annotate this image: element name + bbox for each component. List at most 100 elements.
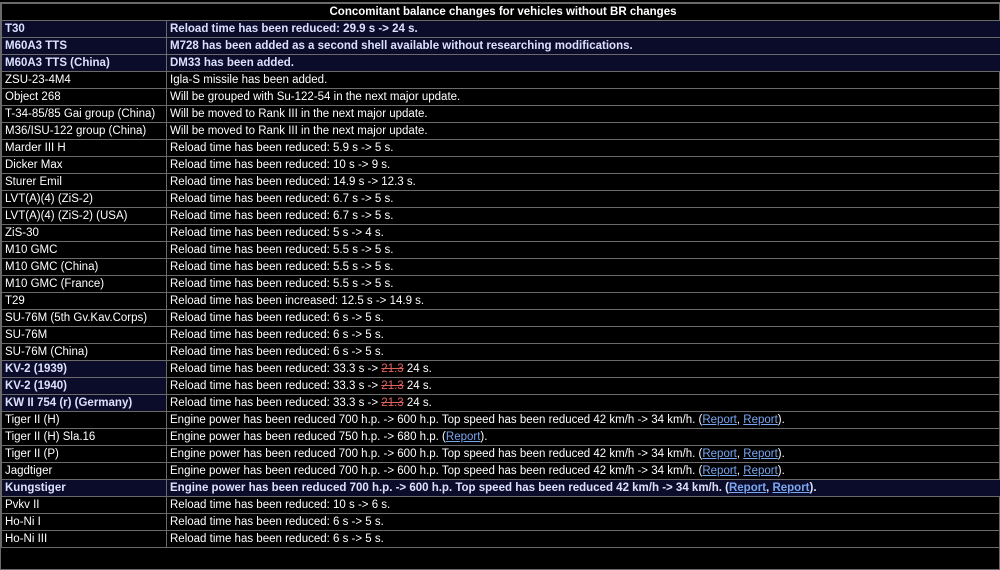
change-text: Reload time has been reduced: 6 s -> 5 s…: [170, 312, 384, 324]
table-row: ZSU-23-4M4 Igla-S missile has been added.: [1, 71, 1000, 89]
change-description: Igla-S missile has been added.: [166, 71, 1000, 89]
report-link[interactable]: Report: [729, 482, 766, 494]
vehicle-name: T-34-85/85 Gai group (China): [1, 105, 167, 123]
change-text: Reload time has been reduced: 14.9 s -> …: [170, 176, 416, 188]
table-row: M36/ISU-122 group (China) Will be moved t…: [1, 122, 1000, 140]
vehicle-name: M10 GMC (China): [1, 258, 167, 276]
vehicle-name: Pvkv II: [1, 496, 167, 514]
change-description: Reload time has been reduced: 29.9 s -> …: [166, 20, 1000, 38]
table-row: T30 Reload time has been reduced: 29.9 s …: [1, 20, 1000, 38]
change-description: Engine power has been reduced 750 h.p. -…: [166, 428, 1000, 446]
table-row: M60A3 TTS (China) DM33 has been added.: [1, 54, 1000, 72]
change-text-tail: ).: [777, 465, 785, 477]
change-text-tail: ).: [809, 482, 817, 494]
vehicle-name: Tiger II (H): [1, 411, 167, 429]
vehicle-name: KW II 754 (r) (Germany): [1, 394, 167, 412]
change-text: Will be moved to Rank III in the next ma…: [170, 125, 428, 137]
report-link[interactable]: Report: [446, 431, 481, 443]
vehicle-name: Ho-Ni I: [1, 513, 167, 531]
table-row: Marder III H Reload time has been reduced…: [1, 139, 1000, 157]
change-text: Reload time has been reduced: 6.7 s -> 5…: [170, 210, 394, 222]
change-description: Reload time has been reduced: 6 s -> 5 s…: [166, 530, 1000, 548]
table-title: Concomitant balance changes for vehicles…: [1, 3, 1000, 21]
change-description: Reload time has been reduced: 6.7 s -> 5…: [166, 190, 1000, 208]
table-row: Sturer Emil Reload time has been reduced:…: [1, 173, 1000, 191]
table-row: Jagdtiger Engine power has been reduced 7…: [1, 462, 1000, 480]
change-description: Reload time has been reduced: 10 s -> 6 …: [166, 496, 1000, 514]
vehicle-name: M60A3 TTS: [1, 37, 167, 55]
change-description: Reload time has been reduced: 5.5 s -> 5…: [166, 258, 1000, 276]
change-description: Engine power has been reduced 700 h.p. -…: [166, 411, 1000, 429]
vehicle-name: T29: [1, 292, 167, 310]
change-text: Reload time has been reduced: 6 s -> 5 s…: [170, 329, 384, 341]
vehicle-name: Dicker Max: [1, 156, 167, 174]
change-description: Will be moved to Rank III in the next ma…: [166, 122, 1000, 140]
vehicle-name: Kungstiger: [1, 479, 167, 497]
vehicle-name: Sturer Emil: [1, 173, 167, 191]
table-row: Object 268 Will be grouped with Su-122-54…: [1, 88, 1000, 106]
table-row: LVT(A)(4) (ZiS-2) (USA) Reload time has b…: [1, 207, 1000, 225]
table-row: Tiger II (H) Sla.16 Engine power has been…: [1, 428, 1000, 446]
change-description: Will be moved to Rank III in the next ma…: [166, 105, 1000, 123]
change-text: Reload time has been reduced: 10 s -> 6 …: [170, 499, 391, 511]
change-text: Reload time has been reduced: 29.9 s -> …: [170, 23, 418, 35]
change-text: Reload time has been reduced: 6 s -> 5 s…: [170, 533, 384, 545]
change-text: Engine power has been reduced 700 h.p. -…: [170, 482, 729, 494]
change-text: Reload time has been reduced: 5 s -> 4 s…: [170, 227, 384, 239]
vehicle-name: LVT(A)(4) (ZiS-2) (USA): [1, 207, 167, 225]
report-link[interactable]: Report: [743, 414, 778, 426]
report-link[interactable]: Report: [743, 465, 778, 477]
change-text-tail: ).: [480, 431, 488, 443]
table-row: ZiS-30 Reload time has been reduced: 5 s …: [1, 224, 1000, 242]
change-description: Reload time has been reduced: 33.3 s -> …: [166, 377, 1000, 395]
vehicle-name: SU-76M (5th Gv.Kav.Corps): [1, 309, 167, 327]
change-description: Reload time has been reduced: 5.5 s -> 5…: [166, 241, 1000, 259]
change-description: Reload time has been reduced: 33.3 s -> …: [166, 394, 1000, 412]
balance-changes-table: Concomitant balance changes for vehicles…: [1, 3, 1000, 548]
vehicle-name: Marder III H: [1, 139, 167, 157]
table-row: Pvkv II Reload time has been reduced: 10 …: [1, 496, 1000, 514]
change-description: Reload time has been reduced: 5.9 s -> 5…: [166, 139, 1000, 157]
vehicle-name: LVT(A)(4) (ZiS-2): [1, 190, 167, 208]
change-description: Reload time has been increased: 12.5 s -…: [166, 292, 1000, 310]
change-text: Will be grouped with Su-122-54 in the ne…: [170, 91, 461, 103]
vehicle-name: SU-76M (China): [1, 343, 167, 361]
change-text: Reload time has been reduced: 5.5 s -> 5…: [170, 244, 394, 256]
table-row: KV-2 (1939) Reload time has been reduced:…: [1, 360, 1000, 378]
vehicle-name: Jagdtiger: [1, 462, 167, 480]
change-description: Reload time has been reduced: 6 s -> 5 s…: [166, 326, 1000, 344]
table-row: Ho-Ni I Reload time has been reduced: 6 s…: [1, 513, 1000, 531]
report-link[interactable]: Report: [702, 414, 737, 426]
change-text: Reload time has been reduced: 5.5 s -> 5…: [170, 278, 394, 290]
report-link[interactable]: Report: [702, 448, 737, 460]
vehicle-name: Object 268: [1, 88, 167, 106]
table-row: Ho-Ni III Reload time has been reduced: 6…: [1, 530, 1000, 548]
report-link[interactable]: Report: [743, 448, 778, 460]
table-row: M10 GMC (China) Reload time has been redu…: [1, 258, 1000, 276]
vehicle-name: Tiger II (P): [1, 445, 167, 463]
report-link[interactable]: Report: [702, 465, 737, 477]
change-description: Engine power has been reduced 700 h.p. -…: [166, 462, 1000, 480]
change-text: Reload time has been reduced: 10 s -> 9 …: [170, 159, 391, 171]
vehicle-name: M10 GMC (France): [1, 275, 167, 293]
change-text-tail: 24 s.: [403, 380, 432, 392]
change-text: Reload time has been reduced: 6 s -> 5 s…: [170, 346, 384, 358]
table-row: SU-76M (China) Reload time has been reduc…: [1, 343, 1000, 361]
change-description: Reload time has been reduced: 5.5 s -> 5…: [166, 275, 1000, 293]
table-row: SU-76M (5th Gv.Kav.Corps) Reload time has…: [1, 309, 1000, 327]
table-row: T29 Reload time has been increased: 12.5 …: [1, 292, 1000, 310]
vehicle-name: KV-2 (1939): [1, 360, 167, 378]
vehicle-name: M36/ISU-122 group (China): [1, 122, 167, 140]
report-link[interactable]: Report: [772, 482, 809, 494]
table-row: KW II 754 (r) (Germany) Reload time has b…: [1, 394, 1000, 412]
vehicle-name: KV-2 (1940): [1, 377, 167, 395]
struck-value: 21.3: [381, 397, 404, 409]
table-row: LVT(A)(4) (ZiS-2) Reload time has been re…: [1, 190, 1000, 208]
change-text-tail: ).: [777, 448, 785, 460]
change-text: Reload time has been reduced: 5.5 s -> 5…: [170, 261, 394, 273]
struck-value: 21.3: [381, 380, 404, 392]
vehicle-name: M10 GMC: [1, 241, 167, 259]
change-description: Reload time has been reduced: 33.3 s -> …: [166, 360, 1000, 378]
table-row: M10 GMC (France) Reload time has been red…: [1, 275, 1000, 293]
change-text: Reload time has been reduced: 33.3 s ->: [170, 363, 382, 375]
